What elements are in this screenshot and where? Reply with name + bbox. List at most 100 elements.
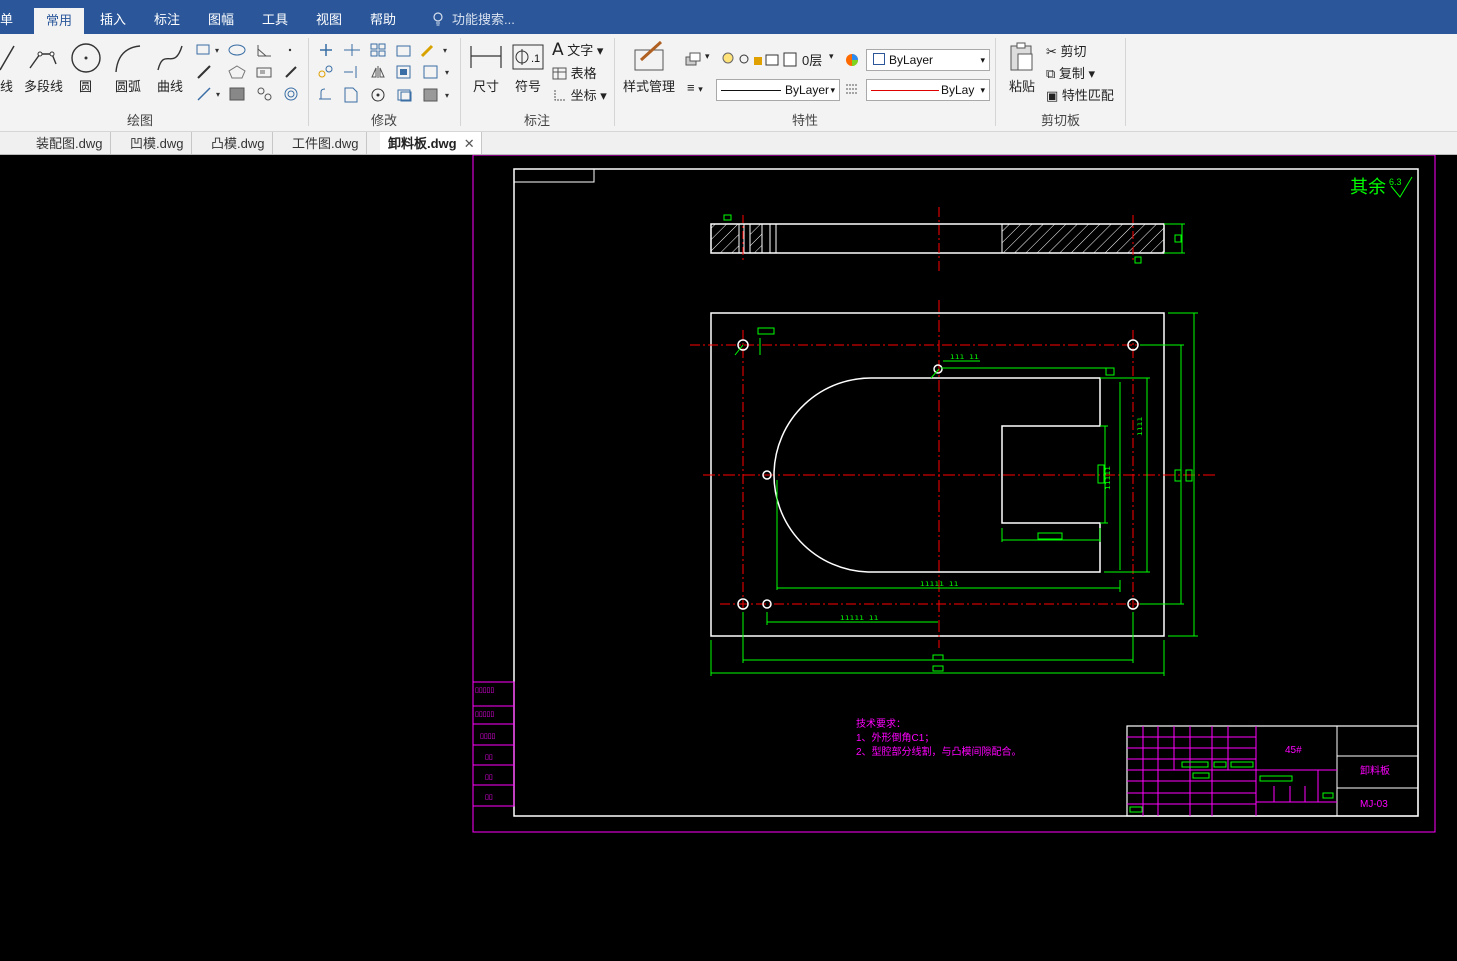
linetype-sample: [721, 90, 781, 91]
separator: [995, 38, 996, 126]
dimension-button[interactable]: 尺寸: [473, 76, 499, 95]
scale-icon[interactable]: [396, 43, 412, 57]
rectangle-icon[interactable]: ▾: [195, 43, 221, 57]
brush-icon[interactable]: ▾: [420, 42, 450, 58]
move-icon[interactable]: [317, 43, 335, 57]
cut-button[interactable]: ✂ 剪切: [1046, 41, 1087, 60]
coordinate-icon: [554, 90, 566, 101]
svg-text:▯▯: ▯▯: [485, 774, 493, 781]
layer-combo-arrow[interactable]: ▾: [829, 51, 834, 62]
coord-tool[interactable]: 坐标 ▾: [552, 85, 607, 104]
rect-select-icon[interactable]: ▾: [422, 65, 452, 79]
array-icon[interactable]: [370, 43, 386, 57]
line-icon[interactable]: [0, 42, 16, 72]
color-combo[interactable]: ByLayer ▾: [866, 49, 990, 71]
rotate-icon[interactable]: [370, 87, 386, 103]
close-icon[interactable]: ✕: [464, 132, 475, 156]
doc-tab[interactable]: 装配图.dwg: [28, 132, 112, 154]
explode-icon[interactable]: [396, 87, 414, 103]
block-icon[interactable]: [256, 87, 274, 101]
color-wheel-icon[interactable]: [845, 53, 859, 67]
arc-icon[interactable]: [112, 42, 144, 74]
region-icon[interactable]: [256, 65, 274, 79]
menu-item-help[interactable]: 帮助: [370, 0, 396, 34]
svg-text:▯▯▯▯▯: ▯▯▯▯▯: [475, 687, 494, 694]
symbol-icon[interactable]: .1: [512, 44, 544, 70]
feature-search[interactable]: 功能搜索...: [432, 0, 515, 34]
erase-icon[interactable]: [343, 87, 359, 103]
lineweight-icon[interactable]: ≡ ▾: [687, 80, 703, 95]
match-properties-button[interactable]: ▣ 特性匹配: [1046, 85, 1114, 104]
linetype-combo[interactable]: ByLayer ▾: [716, 79, 840, 101]
table-tool[interactable]: 表格: [552, 63, 597, 82]
pick-icon[interactable]: [284, 65, 298, 79]
circle-button[interactable]: 圆: [79, 76, 92, 95]
doc-tab[interactable]: 工件图.dwg: [284, 132, 368, 154]
drawing-canvas[interactable]: 其余 6.3 ııı ıı ııııı ıı ııııı ıı ııııı ıı…: [0, 155, 1457, 961]
symbol-button[interactable]: 符号: [515, 76, 541, 95]
lineweight-value: ByLay: [941, 83, 975, 97]
circle-icon[interactable]: [70, 42, 102, 74]
ray-icon[interactable]: ▾: [196, 87, 222, 101]
angle-icon[interactable]: [256, 43, 274, 57]
doc-tab-active[interactable]: 卸料板.dwg ✕: [380, 132, 482, 154]
hatch-icon[interactable]: [228, 87, 246, 101]
match-label: 特性匹配: [1061, 88, 1114, 103]
trim-icon[interactable]: [343, 43, 361, 57]
polygon-icon[interactable]: [228, 65, 246, 79]
construction-line-icon[interactable]: [196, 65, 212, 79]
dimension-lines: [710, 312, 1198, 676]
menu-item-home[interactable]: 常用: [34, 8, 85, 34]
separator: [308, 38, 309, 126]
svg-text:▾: ▾: [445, 91, 449, 100]
dimension-icon[interactable]: [469, 42, 503, 72]
svg-text:▯▯▯▯: ▯▯▯▯: [480, 733, 495, 740]
style-manager-button[interactable]: 样式管理: [623, 76, 675, 95]
menu-item-annotate[interactable]: 标注: [154, 0, 180, 34]
mirror-icon[interactable]: [370, 65, 386, 79]
linetype-scale-icon[interactable]: [845, 83, 859, 95]
lineweight-combo[interactable]: ByLay ▾: [866, 79, 990, 101]
point-icon[interactable]: [284, 43, 296, 57]
layer-manager-icon[interactable]: [684, 51, 702, 67]
line-button[interactable]: 线: [0, 76, 13, 95]
copy-button[interactable]: ⧉ 复制 ▾: [1046, 63, 1095, 82]
menu-item-view[interactable]: 视图: [316, 0, 342, 34]
menu-item-insert[interactable]: 插入: [100, 0, 126, 34]
match-brush-icon: ▣: [1046, 88, 1059, 103]
polyline-button[interactable]: 多段线: [24, 76, 63, 95]
svg-text:ııııı ıı: ııııı ıı: [920, 579, 959, 588]
tech-note-2: 2、型腔部分线割，与凸模间隙配合。: [856, 745, 1022, 758]
ellipse-icon[interactable]: [228, 43, 248, 57]
paste-button[interactable]: 粘贴: [1009, 76, 1035, 95]
offset-icon[interactable]: [396, 65, 412, 79]
doc-tab[interactable]: 凹模.dwg: [122, 132, 193, 154]
arc-button[interactable]: 圆弧: [115, 76, 141, 95]
svg-text:ııı ıı: ııı ıı: [950, 352, 979, 361]
polyline-icon[interactable]: [26, 42, 60, 72]
svg-text:▯▯: ▯▯: [485, 754, 493, 761]
lineweight-sample: [871, 90, 939, 91]
menu-item-tools[interactable]: 工具: [262, 0, 288, 34]
curve-icon[interactable]: [154, 42, 186, 74]
style-manager-icon[interactable]: [633, 40, 665, 72]
paste-icon[interactable]: [1008, 42, 1036, 72]
layer-name[interactable]: 0层: [802, 50, 822, 69]
fillet-icon[interactable]: [317, 87, 335, 101]
menu-item-app[interactable]: 单: [0, 0, 13, 34]
doc-tab[interactable]: 凸模.dwg: [203, 132, 274, 154]
curve-button[interactable]: 曲线: [157, 76, 183, 95]
chevron-down-icon: ▾: [980, 85, 985, 95]
svg-text:ııııı ıı: ııııı ıı: [840, 613, 879, 622]
stretch-icon[interactable]: [317, 65, 335, 79]
extend-icon[interactable]: [343, 65, 361, 79]
chamfer-icon[interactable]: ▾: [422, 87, 452, 103]
chevron-down-icon: ▾: [830, 85, 835, 95]
dimension-text: ııı ıı ııııı ıı ııııı ıı ııııı ıııı: [840, 352, 1144, 622]
text-label: 文字: [567, 43, 594, 58]
table-label: 表格: [570, 66, 597, 81]
text-tool[interactable]: A 文字 ▾: [552, 40, 603, 60]
layer-dropdown-arrow[interactable]: ▾: [705, 51, 710, 62]
spiral-icon[interactable]: [282, 87, 300, 101]
menu-item-sheet[interactable]: 图幅: [208, 0, 234, 34]
